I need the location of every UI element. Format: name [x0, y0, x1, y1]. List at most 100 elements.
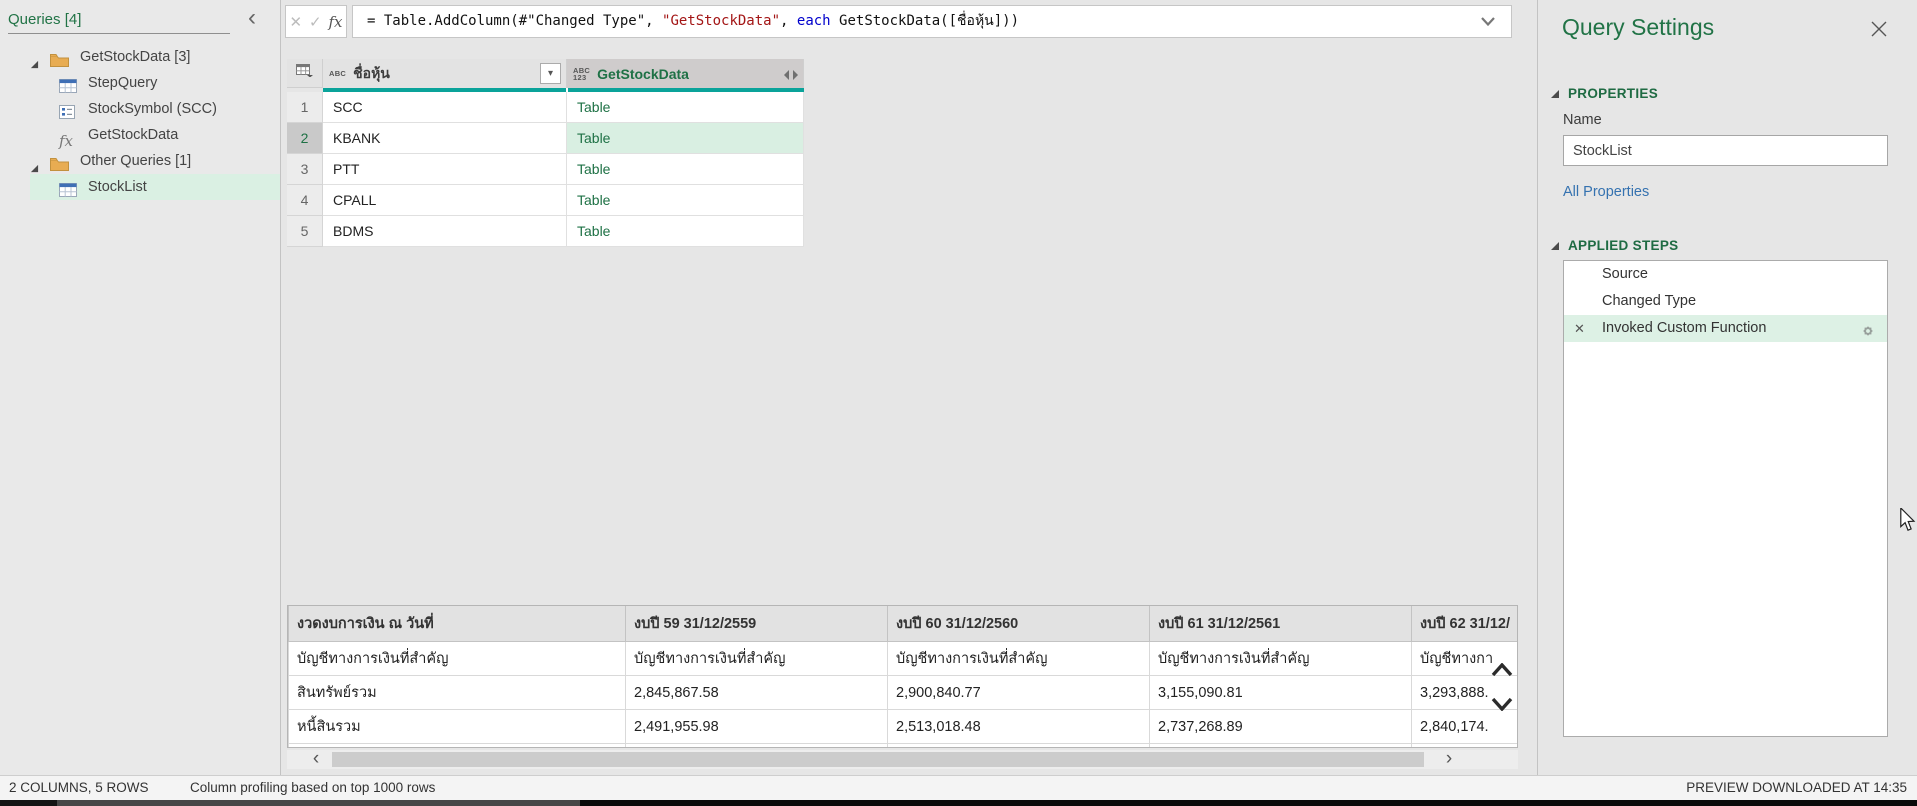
row-number[interactable]: 1: [287, 92, 323, 123]
preview-cell[interactable]: 2,491,955.98: [625, 709, 888, 744]
query-item-stocklist[interactable]: StockList: [0, 174, 280, 200]
step-settings-gear-icon[interactable]: [1861, 321, 1875, 348]
grid-cell-table-link[interactable]: Table: [567, 123, 804, 154]
formula-segment: each: [796, 13, 831, 29]
preview-cell[interactable]: บัญชีทางการเงินที่สำคัญ: [288, 641, 626, 676]
formula-expand-icon[interactable]: [1475, 6, 1501, 37]
formula-toolbar: ✕ ✓ fx: [285, 5, 347, 38]
status-columns-rows: 2 COLUMNS, 5 ROWS: [9, 780, 149, 795]
applied-steps-list: Source Changed Type ✕ Invoked Custom Fun…: [1563, 260, 1888, 737]
corner-table-icon: [296, 64, 313, 82]
properties-section-header[interactable]: PROPERTIES: [1550, 86, 1658, 101]
scroll-up-icon[interactable]: [1489, 656, 1515, 684]
all-properties-link[interactable]: All Properties: [1563, 184, 1649, 200]
column-header-label: ชื่อหุ้น: [353, 64, 390, 81]
preview-cell[interactable]: 3,155,090.81: [1149, 675, 1412, 710]
cancel-formula-icon[interactable]: ✕: [289, 13, 302, 31]
grid-cell-table-link[interactable]: Table: [567, 154, 804, 185]
preview-cell[interactable]: [1411, 743, 1517, 747]
table-icon: [59, 180, 77, 206]
preview-table: งวดงบการเงิน ณ วันที่ งบปี 59 31/12/2559 ง…: [288, 606, 1517, 747]
query-group-getstockdata-3[interactable]: GetStockData [3]: [0, 44, 280, 70]
collapse-pane-icon[interactable]: ‹: [240, 6, 264, 32]
preview-cell[interactable]: บัญชีทางการเงินที่สำคัญ: [887, 641, 1150, 676]
close-icon[interactable]: [1870, 20, 1890, 40]
scrollbar-thumb[interactable]: [332, 752, 1424, 767]
preview-row: [288, 743, 1517, 747]
preview-column-header: งบปี 59 31/12/2559: [625, 606, 888, 642]
grid-cell[interactable]: BDMS: [323, 216, 567, 247]
grid-cell[interactable]: KBANK: [323, 123, 567, 154]
preview-cell[interactable]: บัญชีทางการเงินที่สำคัญ: [1149, 641, 1412, 676]
applied-step-changed-type[interactable]: Changed Type: [1564, 288, 1887, 315]
grid-cell[interactable]: PTT: [323, 154, 567, 185]
preview-cell[interactable]: สินทรัพย์รวม: [288, 675, 626, 710]
applied-step-label: Source: [1602, 266, 1648, 282]
select-all-corner[interactable]: [287, 59, 323, 88]
grid-row: 1 SCC Table: [287, 92, 804, 123]
grid-cell[interactable]: SCC: [323, 92, 567, 123]
status-profiling-info[interactable]: Column profiling based on top 1000 rows: [190, 780, 435, 795]
preview-cell[interactable]: [887, 743, 1150, 747]
column-header-getstockdata[interactable]: ABC 123 GetStockData: [567, 59, 804, 88]
query-item-stocksymbol-scc[interactable]: StockSymbol (SCC): [0, 96, 280, 122]
preview-column-header: งบปี 61 31/12/2561: [1149, 606, 1412, 642]
query-item-label: StepQuery: [88, 75, 158, 91]
section-expander-icon: [1551, 241, 1559, 250]
column-header-col0[interactable]: ABC ชื่อหุ้น ▾: [323, 59, 567, 88]
row-number[interactable]: 2: [287, 123, 323, 154]
confirm-formula-icon[interactable]: ✓: [309, 13, 322, 31]
applied-step-source[interactable]: Source: [1564, 261, 1887, 288]
filter-dropdown-icon[interactable]: ▾: [540, 63, 561, 84]
applied-step-invoked-custom-function[interactable]: ✕ Invoked Custom Function: [1564, 315, 1887, 342]
delete-step-icon[interactable]: ✕: [1574, 315, 1585, 342]
grid-row: 5 BDMS Table: [287, 216, 804, 247]
row-number[interactable]: 5: [287, 216, 323, 247]
formula-input[interactable]: = Table.AddColumn(#"Changed Type", "GetS…: [352, 5, 1512, 38]
preview-row: หนี้สินรวม 2,491,955.98 2,513,018.48 2,737,…: [288, 709, 1517, 744]
preview-cell[interactable]: [288, 743, 626, 747]
preview-cell[interactable]: หนี้สินรวม: [288, 709, 626, 744]
expand-column-icon[interactable]: [784, 67, 798, 85]
query-item-label: StockSymbol (SCC): [88, 101, 217, 117]
grid-cell-table-link[interactable]: Table: [567, 216, 804, 247]
query-item-getstockdata[interactable]: fx GetStockData: [0, 122, 280, 150]
query-name-input[interactable]: [1563, 135, 1888, 166]
preview-cell[interactable]: 2,845,867.58: [625, 675, 888, 710]
grid-cell-table-link[interactable]: Table: [567, 185, 804, 216]
query-item-stepquery[interactable]: StepQuery: [0, 70, 280, 96]
preview-row: บัญชีทางการเงินที่สำคัญ บัญชีทางการเงินที…: [288, 641, 1517, 676]
preview-cell[interactable]: [1149, 743, 1412, 747]
queries-tree: GetStockData [3] StepQuery StockSymbol (…: [0, 44, 280, 200]
preview-cell[interactable]: [625, 743, 888, 747]
formula-segment: GetStockData([ชื่อหุ้น])): [830, 13, 1020, 29]
query-item-label: GetStockData: [88, 127, 179, 143]
applied-steps-section-label: APPLIED STEPS: [1568, 238, 1679, 253]
row-number[interactable]: 3: [287, 154, 323, 185]
name-label: Name: [1563, 112, 1602, 128]
query-group-other-queries-1[interactable]: Other Queries [1]: [0, 148, 280, 174]
applied-steps-section-header[interactable]: APPLIED STEPS: [1550, 238, 1678, 253]
row-number[interactable]: 4: [287, 185, 323, 216]
fx-icon[interactable]: fx: [329, 13, 343, 31]
query-group-label: GetStockData [3]: [80, 49, 191, 65]
scroll-down-icon[interactable]: [1489, 690, 1515, 718]
applied-step-label: Invoked Custom Function: [1602, 320, 1767, 336]
scroll-left-icon[interactable]: ‹: [305, 749, 327, 769]
formula-segment: ,: [780, 13, 797, 29]
formula-segment: "GetStockData": [662, 13, 781, 29]
status-bar: 2 COLUMNS, 5 ROWS Column profiling based…: [0, 775, 1917, 800]
grid-cell-table-link[interactable]: Table: [567, 92, 804, 123]
preview-cell[interactable]: 2,900,840.77: [887, 675, 1150, 710]
preview-cell[interactable]: 2,737,268.89: [1149, 709, 1412, 744]
preview-cell[interactable]: บัญชีทางการเงินที่สำคัญ: [625, 641, 888, 676]
queries-pane-header: Queries [4]: [8, 8, 230, 34]
scroll-right-icon[interactable]: ›: [1438, 749, 1460, 769]
grid-row: 4 CPALL Table: [287, 185, 804, 216]
section-expander-icon: [1551, 89, 1559, 98]
grid-row: 3 PTT Table: [287, 154, 804, 185]
grid-cell[interactable]: CPALL: [323, 185, 567, 216]
preview-body: บัญชีทางการเงินที่สำคัญ บัญชีทางการเงินที…: [288, 641, 1517, 747]
preview-cell[interactable]: 2,513,018.48: [887, 709, 1150, 744]
preview-column-header: งบปี 62 31/12/: [1411, 606, 1517, 642]
